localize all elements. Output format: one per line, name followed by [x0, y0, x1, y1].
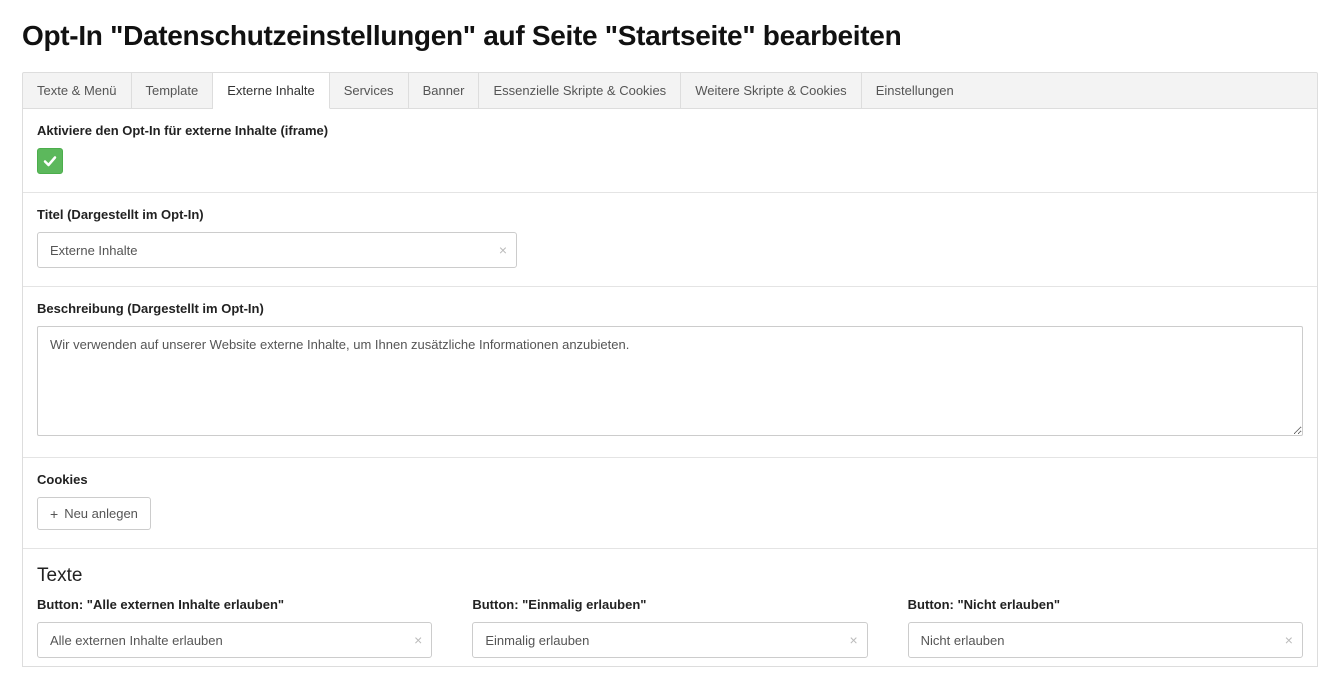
allow-once-input-wrap: ×	[472, 622, 867, 658]
tab-externe-inhalte[interactable]: Externe Inhalte	[213, 73, 329, 109]
plus-icon: +	[50, 507, 58, 521]
deny-input[interactable]	[908, 622, 1303, 658]
allow-once-input[interactable]	[472, 622, 867, 658]
deny-input-wrap: ×	[908, 622, 1303, 658]
titel-label: Titel (Dargestellt im Opt-In)	[37, 207, 1303, 222]
clear-icon[interactable]: ×	[499, 243, 507, 257]
titel-input[interactable]	[37, 232, 517, 268]
new-cookie-button[interactable]: + Neu anlegen	[37, 497, 151, 530]
form-panel: Aktiviere den Opt-In für externe Inhalte…	[22, 109, 1318, 667]
col-allow-once: Button: "Einmalig erlauben" ×	[472, 597, 867, 658]
section-texte: Texte Button: "Alle externen Inhalte erl…	[23, 549, 1317, 666]
titel-input-wrap: ×	[37, 232, 517, 268]
allow-all-label: Button: "Alle externen Inhalte erlauben"	[37, 597, 432, 612]
tab-services[interactable]: Services	[330, 73, 409, 108]
texte-section-title: Texte	[37, 565, 1303, 587]
field-titel: Titel (Dargestellt im Opt-In) ×	[23, 193, 1317, 287]
clear-icon[interactable]: ×	[1285, 633, 1293, 647]
new-cookie-button-label: Neu anlegen	[64, 506, 138, 521]
col-deny: Button: "Nicht erlauben" ×	[908, 597, 1303, 658]
field-beschreibung: Beschreibung (Dargestellt im Opt-In)	[23, 287, 1317, 458]
clear-icon[interactable]: ×	[414, 633, 422, 647]
deny-label: Button: "Nicht erlauben"	[908, 597, 1303, 612]
texte-columns: Button: "Alle externen Inhalte erlauben"…	[37, 597, 1303, 658]
activate-checkbox[interactable]	[37, 148, 63, 174]
field-cookies: Cookies + Neu anlegen	[23, 458, 1317, 549]
tab-bar: Texte & Menü Template Externe Inhalte Se…	[22, 72, 1318, 109]
tab-banner[interactable]: Banner	[409, 73, 480, 108]
page-title: Opt-In "Datenschutzeinstellungen" auf Se…	[22, 20, 1318, 52]
tab-template[interactable]: Template	[132, 73, 214, 108]
tab-essenzielle[interactable]: Essenzielle Skripte & Cookies	[479, 73, 681, 108]
check-icon	[42, 153, 58, 169]
beschreibung-label: Beschreibung (Dargestellt im Opt-In)	[37, 301, 1303, 316]
tab-einstellungen[interactable]: Einstellungen	[862, 73, 968, 108]
activate-label: Aktiviere den Opt-In für externe Inhalte…	[37, 123, 1303, 138]
cookies-label: Cookies	[37, 472, 1303, 487]
allow-all-input-wrap: ×	[37, 622, 432, 658]
clear-icon[interactable]: ×	[849, 633, 857, 647]
beschreibung-textarea[interactable]	[37, 326, 1303, 436]
allow-all-input[interactable]	[37, 622, 432, 658]
tab-weitere[interactable]: Weitere Skripte & Cookies	[681, 73, 862, 108]
field-activate: Aktiviere den Opt-In für externe Inhalte…	[23, 109, 1317, 193]
tab-texte-menu[interactable]: Texte & Menü	[23, 73, 132, 108]
allow-once-label: Button: "Einmalig erlauben"	[472, 597, 867, 612]
col-allow-all: Button: "Alle externen Inhalte erlauben"…	[37, 597, 432, 658]
